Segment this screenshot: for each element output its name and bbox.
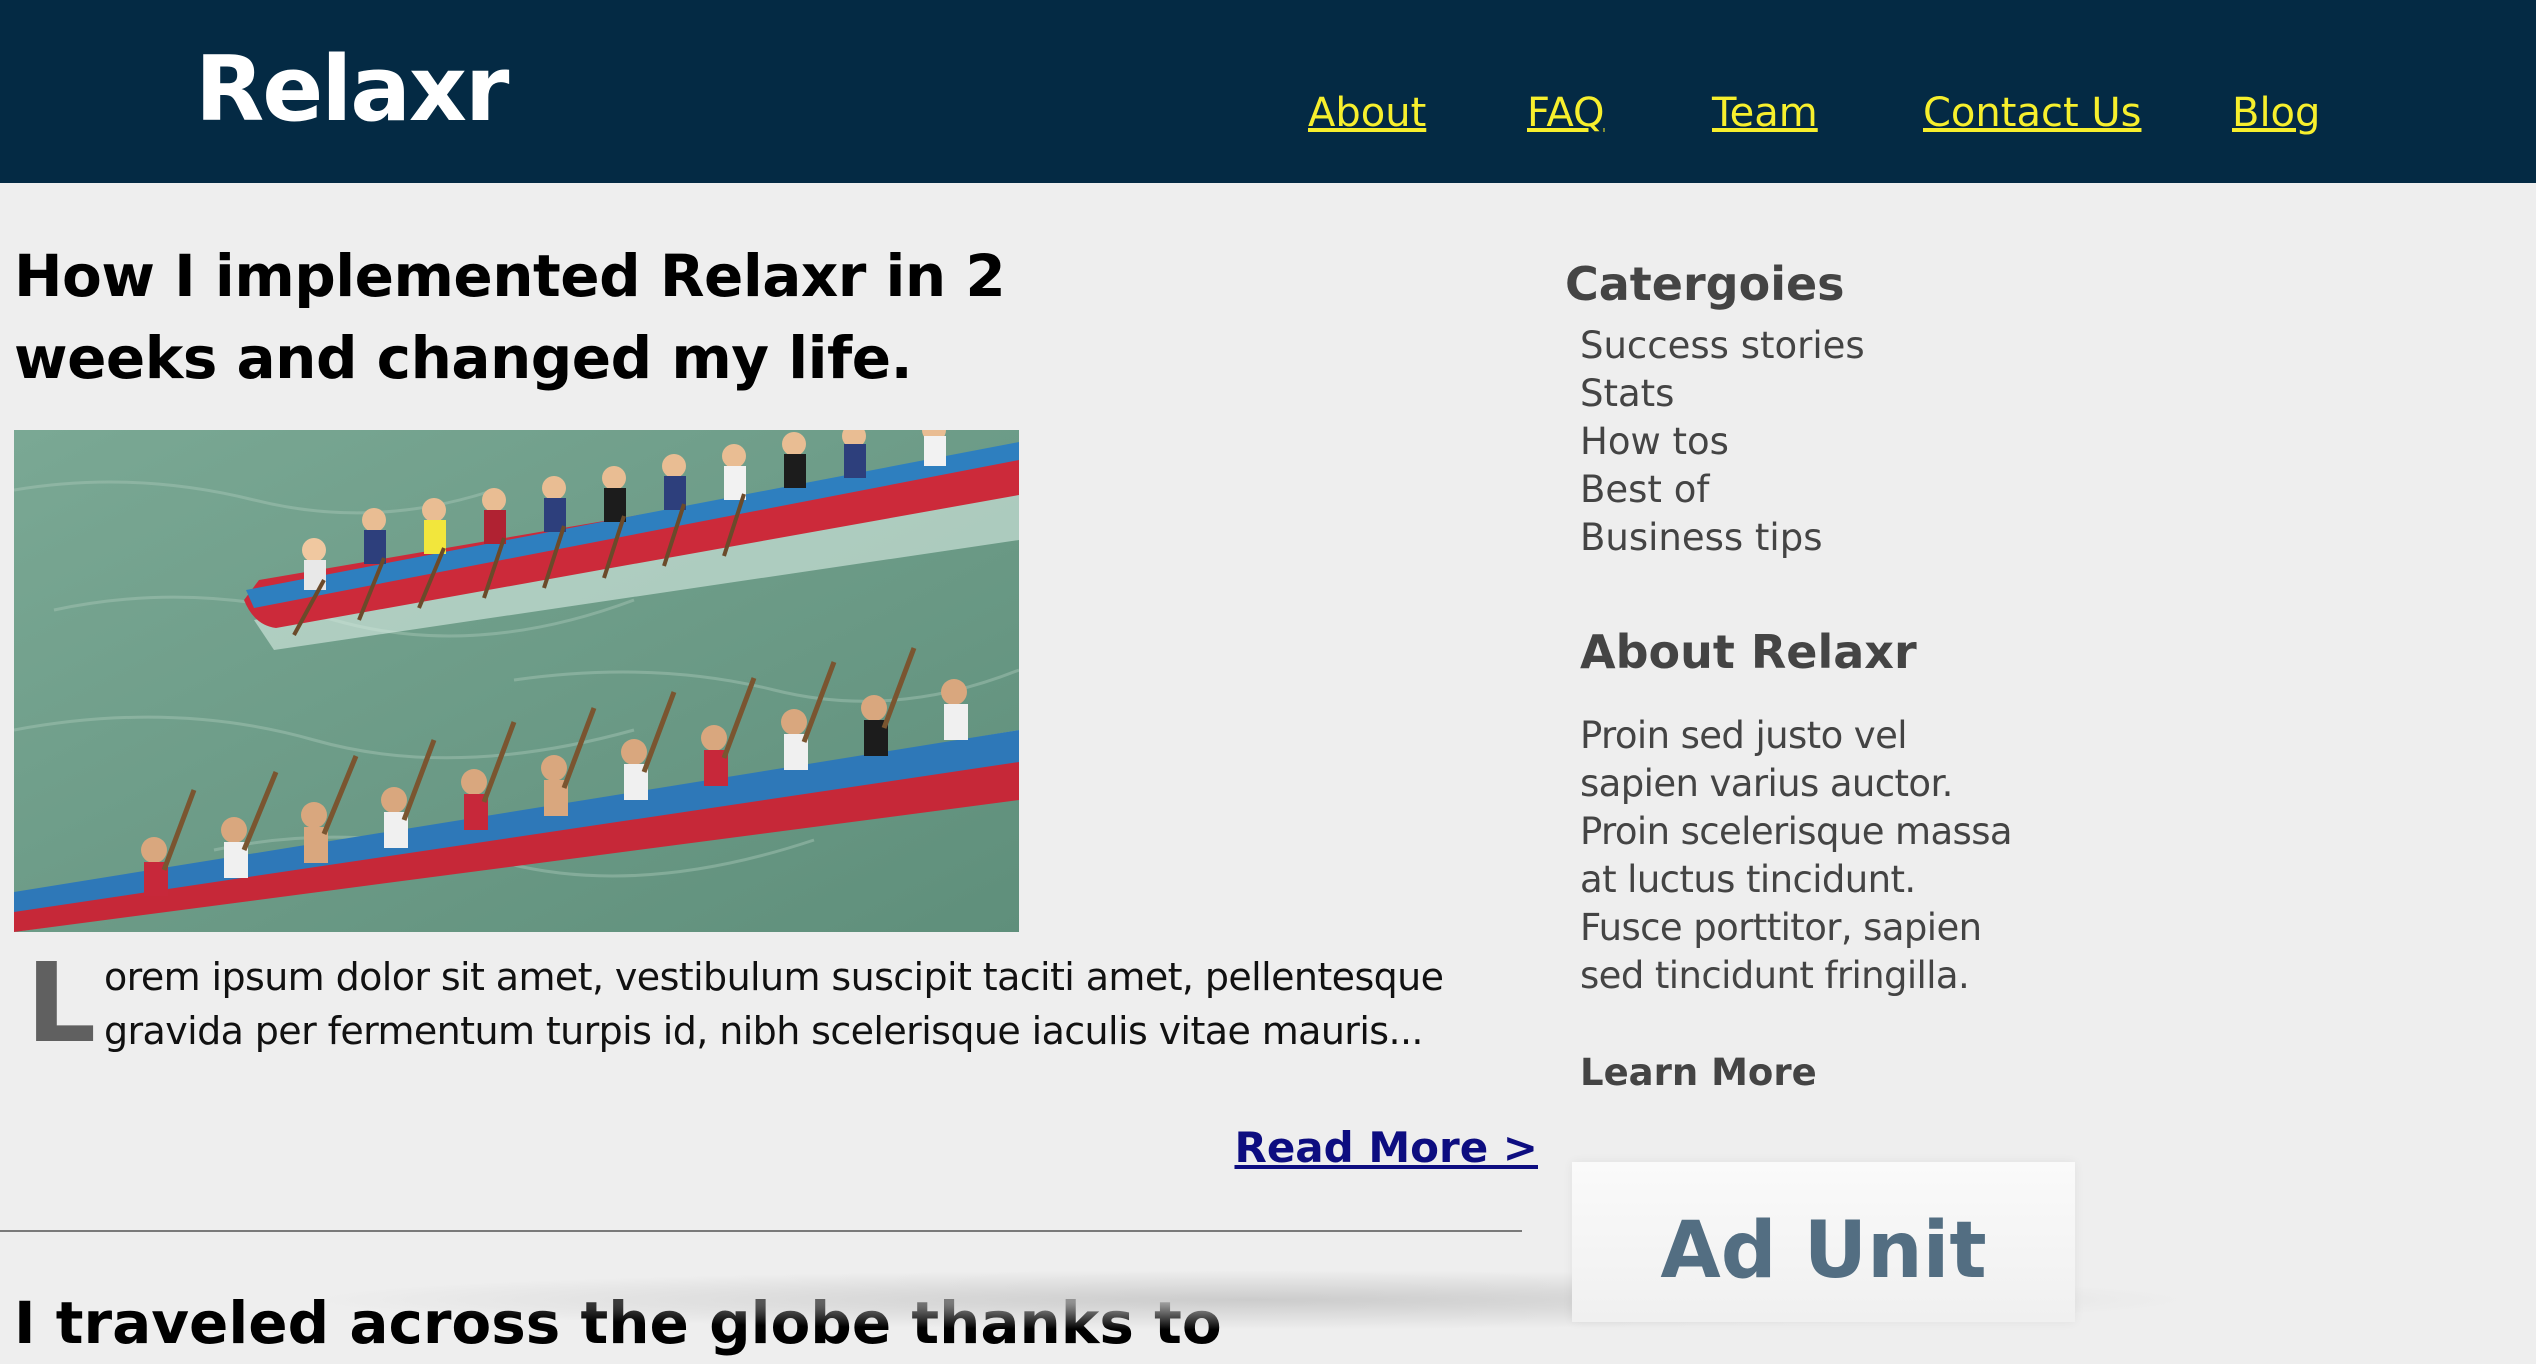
post-excerpt: orem ipsum dolor sit amet, vestibulum su…: [104, 955, 1444, 1053]
post-divider: [0, 1230, 1522, 1232]
category-item-business-tips[interactable]: Business tips: [1580, 514, 1865, 562]
about-heading: About Relaxr: [1580, 625, 1917, 679]
nav-link-blog[interactable]: Blog: [2232, 78, 2320, 148]
next-post-title[interactable]: I traveled across the globe thanks to: [14, 1282, 1222, 1364]
post-image: [14, 430, 1019, 932]
learn-more-link[interactable]: Learn More: [1580, 1045, 1817, 1101]
ad-unit-label: Ad Unit: [1660, 1206, 1987, 1296]
category-item-how-tos[interactable]: How tos: [1580, 418, 1865, 466]
categories-heading: Catergoies: [1565, 257, 1845, 311]
main-nav: About FAQ Team Contact Us Blog: [0, 78, 2536, 148]
category-item-stats[interactable]: Stats: [1580, 370, 1865, 418]
nav-link-about[interactable]: About: [1308, 78, 1426, 148]
post-title[interactable]: How I implemented Relaxr in 2 weeks and …: [14, 235, 1114, 399]
nav-link-team[interactable]: Team: [1712, 78, 1818, 148]
categories-list: Success stories Stats How tos Best of Bu…: [1580, 322, 1865, 562]
read-more-link[interactable]: Read More >: [1100, 1118, 1538, 1178]
nav-link-faq[interactable]: FAQ: [1527, 78, 1604, 148]
category-item-success-stories[interactable]: Success stories: [1580, 322, 1865, 370]
drop-cap-letter: L: [26, 939, 97, 1067]
category-item-best-of[interactable]: Best of: [1580, 466, 1865, 514]
nav-link-contact-us[interactable]: Contact Us: [1923, 78, 2141, 148]
about-text: Proin sed justo vel sapien varius auctor…: [1580, 714, 2013, 997]
ad-unit[interactable]: Ad Unit: [1572, 1162, 2075, 1322]
site-header: Relaxr About FAQ Team Contact Us Blog: [0, 0, 2536, 183]
